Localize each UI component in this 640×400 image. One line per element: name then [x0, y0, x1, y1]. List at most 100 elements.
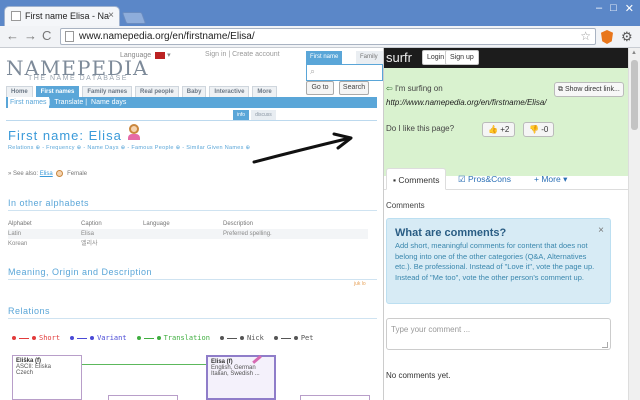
plus-icon: + — [534, 174, 539, 184]
surfing-label: ⇦ I'm surfing on — [386, 84, 443, 93]
see-also-link[interactable]: Elisa — [40, 171, 53, 177]
reload-button[interactable]: C — [42, 29, 51, 43]
divider — [8, 318, 377, 319]
new-tab-button[interactable] — [121, 12, 147, 24]
close-icon[interactable]: × — [598, 225, 604, 236]
nav-family-names[interactable]: Family names — [82, 86, 133, 97]
minimize-button[interactable]: – — [596, 2, 602, 15]
scrollbar[interactable]: ▲ — [628, 48, 640, 400]
tab-more[interactable]: + More ▾ — [528, 168, 573, 190]
relation-connector — [82, 364, 206, 365]
back-button[interactable]: ← — [6, 29, 19, 43]
relation-node[interactable] — [300, 395, 370, 400]
flag-icon — [155, 51, 166, 59]
extension-shield-icon[interactable] — [601, 30, 613, 44]
legend-nick[interactable]: Nick — [219, 334, 264, 342]
search-tab-family-name[interactable]: Family nam — [356, 51, 383, 73]
browser-tab[interactable]: First name Elisa - Namepedi × — [4, 6, 120, 26]
subnav-translate[interactable]: Translate — [52, 97, 85, 108]
thumbs-down-icon: 👎 — [529, 125, 539, 134]
account-links[interactable]: Sign in | Create account — [205, 51, 280, 58]
link-icon: ⧉ — [558, 86, 563, 93]
tab-info[interactable]: info — [233, 110, 250, 120]
tab-strip: First name Elisa - Namepedi × – □ ✕ — [0, 0, 640, 26]
language-label: Language — [120, 52, 152, 59]
wrench-menu-icon[interactable]: ⚙ — [621, 29, 633, 45]
nav-real-people[interactable]: Real people — [135, 86, 179, 97]
no-comments-text: No comments yet. — [386, 371, 451, 380]
search-input[interactable]: ⌕ — [306, 64, 383, 81]
go-to-button[interactable]: Go to — [306, 81, 334, 95]
legend-pet[interactable]: Pet — [273, 334, 313, 342]
section-links[interactable]: Relations ⊕ - Frequency ⊕ - Name Days ⊕ … — [8, 145, 250, 151]
thumbs-up-icon: 👍 — [488, 125, 498, 134]
surfing-url: http://www.namepedia.org/en/firstname/El… — [386, 98, 547, 107]
subnav-name-days[interactable]: Name days — [89, 97, 128, 108]
legend-short[interactable]: Short — [12, 334, 60, 342]
nav-interactive[interactable]: Interactive — [209, 86, 250, 97]
browser-toolbar: ← → C www.namepedia.org/en/firstname/Eli… — [0, 26, 640, 48]
juk-link[interactable]: juk lo — [354, 281, 366, 287]
relation-node[interactable] — [108, 395, 178, 400]
comment-input[interactable]: Type your comment ... — [386, 318, 611, 350]
see-also-label: » See also: — [8, 171, 39, 178]
tab-comments[interactable]: ▪ Comments — [386, 168, 447, 190]
female-avatar-icon — [126, 123, 142, 141]
table-row: Latin Elisa Preferred spelling. — [8, 229, 368, 239]
surfr-sidebar: surfr Login Sign up ⇦ I'm surfing on htt… — [383, 48, 628, 400]
nav-home[interactable]: Home — [6, 86, 33, 97]
arrow-left-icon: ⇦ — [386, 84, 393, 93]
vote-down-button[interactable]: 👎 -0 — [523, 122, 555, 137]
see-also: » See also: Elisa Female — [8, 170, 87, 177]
resize-handle-icon[interactable] — [602, 342, 608, 348]
scrollbar-thumb[interactable] — [631, 60, 638, 130]
tab-title: First name Elisa - Namepedi — [25, 11, 109, 21]
relations-legend: Short Variant Translation Nick Pet — [12, 334, 313, 342]
relation-node-eliska[interactable]: Eliška (f) ASCII: Eliska Czech — [12, 355, 82, 400]
bookmark-star-icon[interactable]: ☆ — [580, 29, 591, 43]
check-icon: ☑ — [458, 174, 466, 184]
legend-translation[interactable]: Translation — [136, 334, 210, 342]
scroll-up-icon[interactable]: ▲ — [631, 50, 637, 56]
tab-discuss[interactable]: discuss — [251, 110, 276, 120]
page-title: First name: Elisa — [8, 128, 122, 143]
tab-pros-cons[interactable]: ☑ Pros&Cons — [452, 168, 517, 190]
address-url: www.namepedia.org/en/firstname/Elisa/ — [79, 31, 255, 42]
signup-button[interactable]: Sign up — [445, 50, 479, 65]
vote-up-button[interactable]: 👍 +2 — [482, 122, 516, 137]
search-icon: ⌕ — [310, 66, 316, 76]
surfr-topbar: surfr Login Sign up — [384, 48, 628, 68]
show-direct-link-button[interactable]: ⧉ Show direct link... — [554, 82, 624, 97]
web-page: NAMEPEDIA THE NAME DATABASE Language ▾ S… — [0, 48, 383, 400]
section-title-meaning: Meaning, Origin and Description — [8, 267, 153, 277]
tab-close-icon[interactable]: × — [108, 10, 114, 21]
address-bar[interactable]: www.namepedia.org/en/firstname/Elisa/ ☆ — [60, 28, 596, 45]
relation-node-elisa[interactable]: Elisa (f) English, German Italian, Swedi… — [206, 355, 276, 400]
nav-first-names[interactable]: First names — [35, 86, 80, 97]
nav-baby[interactable]: Baby — [181, 86, 207, 97]
info-text: Add short, meaningful comments for conte… — [395, 241, 595, 282]
see-also-gender: Female — [67, 171, 88, 178]
close-window-button[interactable]: ✕ — [625, 2, 634, 15]
annotation-arrow-icon — [252, 132, 353, 164]
maximize-button[interactable]: □ — [610, 2, 617, 15]
divider — [8, 279, 377, 280]
forward-button[interactable]: → — [24, 29, 37, 43]
legend-variant[interactable]: Variant — [70, 334, 127, 342]
window-controls: – □ ✕ — [596, 2, 634, 15]
divider — [6, 120, 377, 121]
comment-placeholder: Type your comment ... — [391, 325, 471, 334]
info-tabs: info discuss — [233, 110, 276, 120]
search-tab-first-name[interactable]: First name — [306, 51, 343, 64]
page-info-panel: ⇦ I'm surfing on http://www.namepedia.or… — [384, 68, 628, 176]
info-title: What are comments? — [395, 227, 507, 239]
search-button[interactable]: Search — [339, 81, 369, 95]
table-header: Alphabet Caption Language Description — [8, 221, 254, 227]
nav-more[interactable]: More — [252, 86, 277, 97]
comments-info-box: What are comments? × Add short, meaningf… — [386, 218, 611, 304]
subnav-first-names[interactable]: First names — [8, 97, 49, 108]
surfr-tabs: ▪ Comments ☑ Pros&Cons + More ▾ — [384, 162, 628, 190]
language-selector[interactable]: Language ▾ — [120, 51, 171, 59]
alphabet-table: Alphabet Caption Language Description La… — [8, 219, 368, 249]
section-title-relations: Relations — [8, 306, 51, 316]
